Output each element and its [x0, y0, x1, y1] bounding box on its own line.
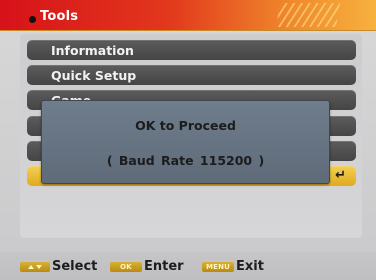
- confirm-dialog[interactable]: OK to Proceed ( Baud Rate 115200 ): [41, 100, 330, 184]
- page-title: Tools: [40, 9, 79, 24]
- enter-icon: ↵: [335, 168, 346, 183]
- ok-key-icon: OK: [110, 262, 142, 272]
- dialog-message: OK to Proceed: [135, 118, 236, 133]
- dialog-detail: ( Baud Rate 115200 ): [106, 153, 265, 168]
- enter-hint: OK Enter: [110, 259, 190, 275]
- menu-item-quick-setup[interactable]: Quick Setup: [27, 65, 356, 85]
- menu-key-icon: MENU: [202, 262, 234, 272]
- menu-item-information[interactable]: Information: [27, 40, 356, 60]
- enter-label: Enter: [144, 259, 184, 274]
- select-hint: Select: [20, 259, 100, 275]
- menu-item-label: Quick Setup: [51, 68, 137, 83]
- bullet-icon: [29, 16, 36, 23]
- exit-label: Exit: [236, 259, 264, 274]
- menu-item-label: Information: [51, 43, 134, 58]
- select-label: Select: [52, 259, 98, 274]
- header-bar: Tools: [0, 0, 376, 31]
- exit-hint: MENU Exit: [202, 259, 272, 275]
- header-stripes-decoration: [275, 3, 341, 27]
- footer-bar: Select OK Enter MENU Exit: [0, 252, 376, 280]
- up-down-arrows-icon: [20, 262, 50, 272]
- up-down-arrows-glyph: [28, 265, 42, 269]
- tools-screen: Tools Information Quick Setup Game M S S…: [0, 0, 376, 280]
